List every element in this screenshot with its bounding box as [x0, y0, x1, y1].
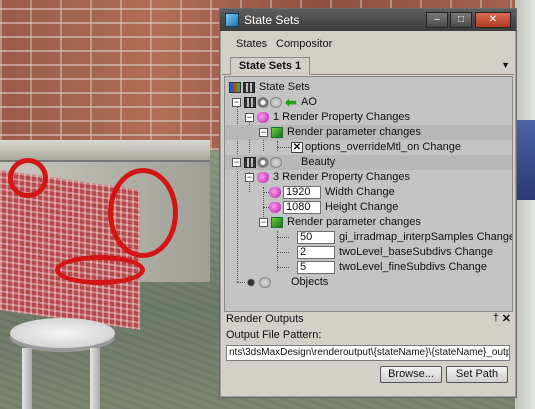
browse-button[interactable]: Browse... [380, 366, 442, 383]
tree-label: 1 Render Property Changes [273, 111, 410, 123]
close-icon[interactable]: ✕ [502, 312, 511, 325]
red-chair-back-left [8, 158, 48, 198]
render-params-icon [271, 127, 283, 138]
tree-label: AO [301, 96, 317, 108]
tree-guide [237, 282, 245, 283]
collapse-toggle-icon[interactable]: − [232, 98, 241, 107]
tree-row-ao-property-changes[interactable]: − 1 Render Property Changes [225, 110, 512, 125]
white-stool-seat [10, 318, 115, 348]
state-sets-app-icon [225, 13, 239, 27]
collapse-toggle-icon[interactable]: − [232, 158, 241, 167]
state-sets-tree[interactable]: State Sets − ⬅ AO − 1 Render Property Ch… [224, 76, 513, 312]
tree-row-ao[interactable]: − ⬅ AO [225, 95, 512, 110]
camera-icon [257, 97, 269, 108]
window-title: State Sets [244, 13, 300, 27]
tree-label: Height Change [325, 201, 399, 213]
tab-state-sets-1[interactable]: State Sets 1 [230, 57, 310, 75]
close-button[interactable]: ✕ [475, 12, 511, 28]
tree-row-gi[interactable]: 50 gi_irradmap_interpSamples Change [225, 230, 512, 245]
tree-row-base-subdivs[interactable]: 2 twoLevel_baseSubdivs Change [225, 245, 512, 260]
state-sets-window: State Sets – □ ✕ States Compositor State… [219, 8, 517, 398]
collapse-toggle-icon[interactable]: − [259, 218, 268, 227]
render-property-icon [257, 112, 269, 123]
tree-label: Beauty [301, 156, 336, 168]
collapse-toggle-icon[interactable]: − [259, 128, 268, 137]
tree-guide [277, 237, 289, 238]
width-value-field[interactable]: 1920 [283, 186, 321, 199]
tree-row-root[interactable]: State Sets [225, 80, 512, 95]
stool-leg [22, 348, 32, 409]
menu-states[interactable]: States [236, 38, 267, 50]
tree-label: options_overrideMtl_on Change [305, 141, 461, 153]
tree-label: Objects [291, 276, 329, 288]
gi-value-field[interactable]: 50 [297, 231, 335, 244]
tree-guide [277, 252, 289, 253]
tree-row-beauty-property-changes[interactable]: − 3 Render Property Changes [225, 170, 512, 185]
camera-icon [257, 157, 269, 168]
tree-guide [277, 147, 291, 148]
render-property-icon [269, 187, 281, 198]
pin-icon[interactable]: † [493, 312, 499, 324]
tree-label: twoLevel_baseSubdivs Change [339, 246, 494, 258]
tree-label: gi_irradmap_interpSamples Change [339, 231, 513, 243]
window-frame [515, 0, 535, 409]
render-property-icon [257, 172, 269, 183]
checkbox-checked-icon[interactable]: ✕ [291, 142, 303, 153]
tree-row-width[interactable]: 1920 Width Change [225, 185, 512, 200]
tab-dropdown-icon[interactable]: ▼ [501, 60, 510, 70]
tree-row-beauty[interactable]: − Beauty [225, 155, 512, 170]
menu-bar: States Compositor [220, 35, 516, 55]
film-icon [244, 97, 256, 108]
height-value-field[interactable]: 1080 [283, 201, 321, 214]
tree-row-objects[interactable]: Objects [225, 275, 512, 290]
render-outputs-header: Render Outputs † ✕ [224, 312, 513, 327]
collapse-toggle-icon[interactable]: − [245, 173, 254, 182]
menu-compositor[interactable]: Compositor [276, 38, 332, 50]
render-outputs-title: Render Outputs [226, 313, 304, 325]
tree-label: Width Change [325, 186, 395, 198]
record-toggle-icon[interactable] [270, 157, 282, 168]
red-chair-seat [55, 255, 145, 285]
red-chair-back [108, 168, 178, 258]
collapse-toggle-icon[interactable]: − [245, 113, 254, 122]
green-arrow-icon: ⬅ [285, 94, 297, 110]
tab-strip: State Sets 1 ▼ [222, 57, 514, 75]
tree-label: Render parameter changes [287, 216, 421, 228]
tree-row-height[interactable]: 1080 Height Change [225, 200, 512, 215]
render-params-icon [271, 217, 283, 228]
tree-guide [277, 267, 289, 268]
base-subdivs-value-field[interactable]: 2 [297, 246, 335, 259]
tree-row-fine-subdivs[interactable]: 5 twoLevel_fineSubdivs Change [225, 260, 512, 275]
state-sets-root-icon [229, 82, 241, 93]
set-path-button[interactable]: Set Path [446, 366, 508, 383]
maximize-button[interactable]: □ [450, 12, 472, 28]
tree-label: 3 Render Property Changes [273, 171, 410, 183]
output-file-pattern-field[interactable]: nts\3dsMaxDesign\renderoutput\{stateName… [226, 345, 510, 361]
tree-label: Render parameter changes [287, 126, 421, 138]
tree-label: twoLevel_fineSubdivs Change [339, 261, 487, 273]
objects-icon [245, 277, 257, 288]
tree-row-beauty-render-params[interactable]: − Render parameter changes [225, 215, 512, 230]
fine-subdivs-value-field[interactable]: 5 [297, 261, 335, 274]
film-icon [244, 157, 256, 168]
record-toggle-icon[interactable] [259, 277, 271, 288]
record-toggle-icon[interactable] [270, 97, 282, 108]
title-bar[interactable]: State Sets – □ ✕ [220, 9, 516, 31]
minimize-button[interactable]: – [426, 12, 448, 28]
tree-row-ao-render-params[interactable]: − Render parameter changes [225, 125, 512, 140]
output-file-pattern-label: Output File Pattern: [226, 329, 322, 341]
tree-row-ao-option[interactable]: ✕ options_overrideMtl_on Change [225, 140, 512, 155]
render-property-icon [269, 202, 281, 213]
film-icon [243, 82, 255, 93]
tree-label: State Sets [259, 81, 310, 93]
stool-leg [90, 348, 100, 409]
